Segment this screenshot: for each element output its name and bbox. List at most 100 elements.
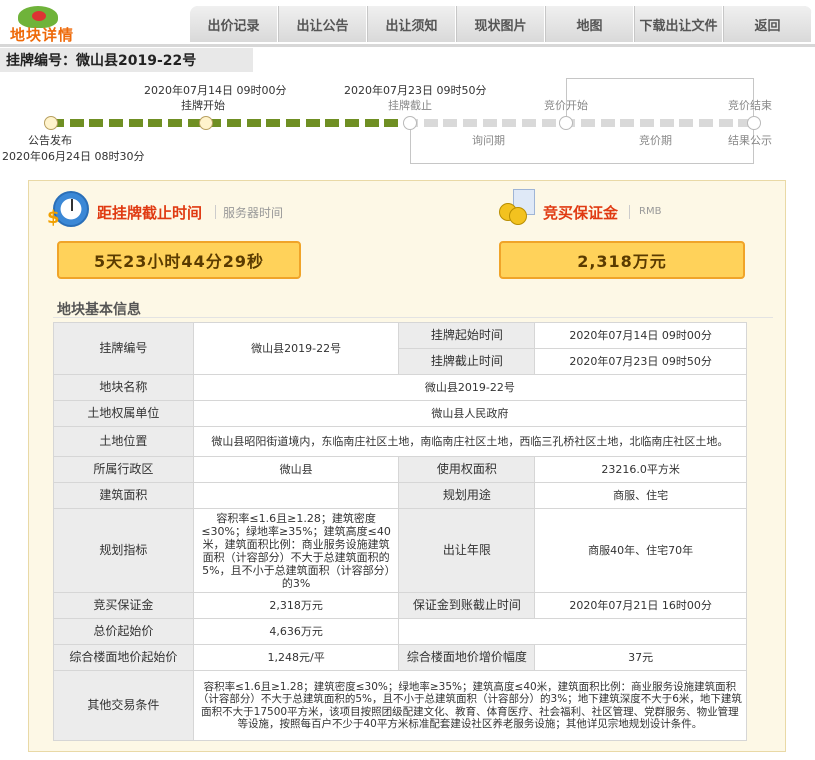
progress-segment-done — [168, 119, 182, 127]
nav-notice[interactable]: 出让须知 — [367, 6, 456, 42]
frame-top — [566, 78, 754, 79]
cell-deposit-v: 2,318万元 — [192, 592, 400, 619]
timeline: 2020年07月14日 09时00分 挂牌开始 2020年07月23日 09时5… — [0, 76, 815, 170]
nav-download[interactable]: 下载出让文件 — [634, 6, 723, 42]
progress-segment-done — [89, 119, 103, 127]
countdown-box: 5天23小时44分29秒 — [57, 241, 301, 279]
cell-owner-v: 微山县人民政府 — [192, 400, 748, 427]
progress-segment-done — [148, 119, 162, 127]
cell-term-h: 出让年限 — [398, 508, 536, 593]
logo-text: 地块详情 — [10, 26, 75, 44]
nav-photos[interactable]: 现状图片 — [456, 6, 545, 42]
cell-end-h: 挂牌截止时间 — [398, 348, 536, 375]
cell-term-v: 商服40年、住宅70年 — [534, 508, 747, 593]
countdown-divider — [215, 205, 216, 219]
frame-bottom — [410, 163, 754, 164]
progress-segment-todo — [424, 119, 438, 127]
listing-end-label: 挂牌截止 — [388, 99, 432, 112]
cell-deadline-v: 2020年07月21日 16时00分 — [534, 592, 747, 619]
clock-money-icon — [47, 191, 89, 228]
bid-end-label: 竞价结束 — [728, 99, 772, 112]
cell-incr-v: 37元 — [534, 644, 747, 671]
progress-segment-done — [266, 119, 280, 127]
frame-bottom-left — [410, 128, 411, 164]
table-row: 地块名称 微山县2019-22号 — [53, 374, 748, 401]
progress-segment-todo — [522, 119, 536, 127]
top-bar: 地块详情 出价记录 出让公告 出让须知 现状图片 地图 下载出让文件 返回 — [0, 0, 815, 48]
progress-segment-done — [70, 119, 84, 127]
progress-segment-done — [365, 119, 379, 127]
bid-start-label: 竞价开始 — [544, 99, 588, 112]
progress-segment-todo — [699, 119, 713, 127]
cell-code-v: 微山县2019-22号 — [192, 322, 400, 375]
progress-segment-todo — [581, 119, 595, 127]
progress-segment-done — [247, 119, 261, 127]
cell-price-v: 4,636万元 — [192, 618, 400, 645]
money-icon — [499, 189, 537, 225]
cell-deadline-h: 保证金到账截止时间 — [398, 592, 536, 619]
inquiry-label: 询问期 — [472, 134, 505, 147]
dot-listing-start — [199, 116, 213, 130]
nav-bid-records[interactable]: 出价记录 — [190, 6, 278, 42]
progress-segment-todo — [542, 119, 556, 127]
table-row: 所属行政区 微山县 使用权面积 23216.0平方米 — [53, 456, 747, 483]
dot-bid-end — [747, 116, 761, 130]
deposit-divider — [629, 205, 630, 219]
cell-build-h: 建筑面积 — [53, 482, 194, 509]
cell-location-v: 微山县昭阳街道境内，东临南庄社区土地，南临南庄社区土地，西临三孔桥社区土地，北临… — [192, 426, 748, 457]
cell-index-v: 容积率≤1.6且≥1.28；建筑密度≤30%；绿地率≥35%；建筑高度≤40米，… — [192, 508, 400, 593]
listing-code-bar: 挂牌编号：微山县2019-22号 — [0, 48, 253, 72]
progress-segment-done — [306, 119, 320, 127]
progress-segment-done — [109, 119, 123, 127]
dot-announce — [44, 116, 58, 130]
cell-area-v: 23216.0平方米 — [534, 456, 747, 483]
progress-segment-todo — [719, 119, 733, 127]
cell-location-h: 土地位置 — [53, 426, 194, 457]
cell-use-v: 商服、住宅 — [534, 482, 747, 509]
table-row: 综合楼面地价起始价 1,248元/平 综合楼面地价增价幅度 37元 — [53, 644, 747, 671]
cell-empty — [398, 618, 747, 645]
bidding-label: 竞价期 — [639, 134, 672, 147]
deposit-title: 竞买保证金 — [543, 204, 619, 222]
progress-segment-todo — [679, 119, 693, 127]
nav-map[interactable]: 地图 — [545, 6, 634, 42]
progress-segment-todo — [601, 119, 615, 127]
table-row: 土地权属单位 微山县人民政府 — [53, 400, 748, 427]
cell-name-v: 微山县2019-22号 — [192, 374, 748, 401]
table-row: 总价起始价 4,636万元 — [53, 618, 747, 645]
cell-name-h: 地块名称 — [53, 374, 194, 401]
progress-segment-todo — [502, 119, 516, 127]
cell-start-v: 2020年07月14日 09时00分 — [534, 322, 747, 349]
table-row: 挂牌编号 微山县2019-22号 挂牌起始时间 2020年07月14日 09时0… — [53, 322, 747, 375]
cell-build-v — [192, 482, 400, 509]
cell-incr-h: 综合楼面地价增价幅度 — [398, 644, 536, 671]
countdown-sub: 服务器时间 — [223, 206, 284, 220]
cell-end-v: 2020年07月23日 09时50分 — [534, 348, 747, 375]
table-row: 土地位置 微山县昭阳街道境内，东临南庄社区土地，南临南庄社区土地，西临三孔桥社区… — [53, 426, 748, 457]
cell-other-h: 其他交易条件 — [53, 670, 194, 741]
deposit-box: 2,318万元 — [499, 241, 745, 279]
cell-floor-h: 综合楼面地价起始价 — [53, 644, 194, 671]
nav-announcement[interactable]: 出让公告 — [278, 6, 367, 42]
dot-bid-start — [559, 116, 573, 130]
top-nav: 出价记录 出让公告 出让须知 现状图片 地图 下载出让文件 返回 — [190, 6, 812, 42]
nav-back[interactable]: 返回 — [723, 6, 812, 42]
result-label: 结果公示 — [728, 134, 772, 147]
nav-underline — [0, 44, 815, 47]
table-row: 竞买保证金 2,318万元 保证金到账截止时间 2020年07月21日 16时0… — [53, 592, 747, 619]
progress-segment-done — [227, 119, 241, 127]
cell-owner-h: 土地权属单位 — [53, 400, 194, 427]
progress-segment-todo — [463, 119, 477, 127]
info-title: 地块基本信息 — [57, 302, 141, 318]
progress-segment-todo — [483, 119, 497, 127]
progress-segment-todo — [443, 119, 457, 127]
cell-district-h: 所属行政区 — [53, 456, 194, 483]
progress-segment-todo — [660, 119, 674, 127]
countdown-title: 距挂牌截止时间 — [97, 204, 203, 222]
cell-code-h: 挂牌编号 — [53, 322, 194, 375]
listing-end-time: 2020年07月23日 09时50分 — [344, 84, 487, 97]
progress-segment-todo — [620, 119, 634, 127]
cell-floor-v: 1,248元/平 — [192, 644, 400, 671]
progress-segment-done — [345, 119, 359, 127]
announce-time: 2020年06月24日 08时30分 — [2, 150, 145, 163]
